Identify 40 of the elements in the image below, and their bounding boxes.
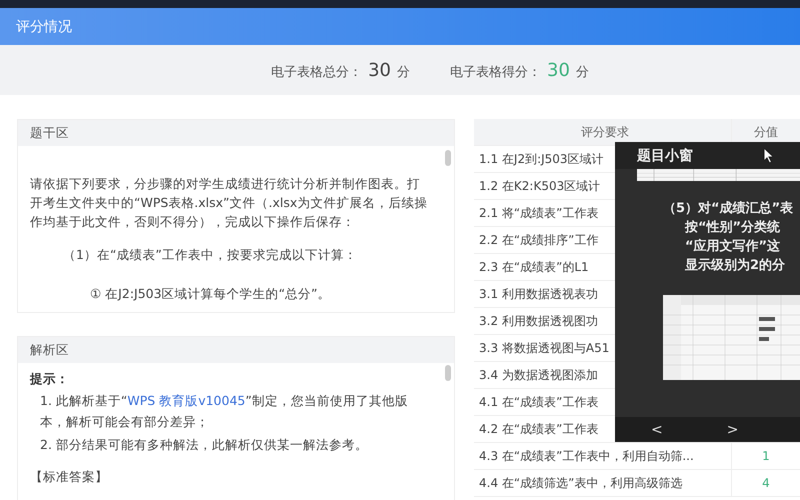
popup-question-text: （5）对“成绩汇总”表 按“性别”分类统 “应用文写作”这 显示级别为2的分 bbox=[662, 200, 794, 275]
requirement-cell: 3.3 将数据透视图与A51 bbox=[479, 340, 610, 356]
requirement-cell: 3.2 利用数据透视图功 bbox=[479, 312, 598, 330]
score-unit: 分 bbox=[576, 64, 589, 80]
question-text: 请依据下列要求，分步骤的对学生成绩进行统计分析并制作图表。打开考生文件夹中的“WPS表格.xlsx”文件（.xlsx为文件扩展名，后续操作均基于此文件，否则不得分），完成以下操作后保存： bbox=[30, 175, 428, 231]
requirement-cell: 4.2 在“成绩表”工作表 bbox=[479, 420, 598, 438]
requirement-cell: 1.1 在J2到:J503区域计 bbox=[479, 150, 604, 168]
requirement-cell: 4.4 在“成绩筛选”表中，利用高级筛选 bbox=[479, 474, 682, 492]
requirement-cell: 3.1 利用数据透视表功 bbox=[479, 286, 598, 302]
score-label: 电子表格总分： bbox=[271, 64, 362, 80]
page-title: 评分情况 bbox=[16, 18, 72, 36]
panel-title: 解析区 bbox=[30, 342, 69, 358]
popup-title: 题目小窗 bbox=[637, 146, 693, 164]
question-text: ① 在J2:J503区域计算每个学生的“总分”。 bbox=[89, 285, 332, 303]
requirement-cell: 1.2 在K2:K503区域计 bbox=[479, 178, 600, 194]
requirement-cell: 2.2 在“成绩排序”工作 bbox=[479, 232, 598, 248]
answer-title: 【标准答案】 bbox=[30, 469, 109, 486]
score-value: 30 bbox=[368, 60, 391, 80]
requirement-cell: 4.3 在“成绩表”工作表中，利用自动筛... bbox=[479, 448, 694, 464]
requirement-cell: 3.4 为数据透视图添加 bbox=[479, 366, 598, 384]
score-cell: 4 bbox=[762, 476, 770, 490]
score-unit: 分 bbox=[397, 64, 410, 80]
column-header: 分值 bbox=[753, 124, 779, 140]
scrollbar-thumb[interactable] bbox=[445, 365, 451, 381]
question-text: （1）在“成绩表”工作表中，按要求完成以下计算： bbox=[62, 246, 358, 264]
version-link[interactable]: WPS 教育版v10045 bbox=[127, 393, 246, 408]
previous-button[interactable]: < bbox=[647, 422, 667, 438]
hint-text: 1. 此解析基于“WPS 教育版v10045”制定，您当前使用了其他版本，解析可能会有部分差异； bbox=[39, 392, 409, 431]
score-cell: 1 bbox=[762, 449, 770, 463]
requirement-cell: 2.1 将“成绩表”工作表 bbox=[479, 204, 598, 222]
panel-title: 题干区 bbox=[30, 124, 69, 142]
next-button[interactable]: > bbox=[722, 422, 742, 438]
scrollbar-thumb[interactable] bbox=[445, 150, 451, 166]
requirement-cell: 4.1 在“成绩表”工作表 bbox=[479, 394, 598, 410]
hint-title: 提示： bbox=[30, 371, 70, 388]
score-value: 30 bbox=[547, 60, 570, 80]
mouse-cursor-icon bbox=[763, 147, 775, 164]
hint-text: 2. 部分结果可能有多种解法，此解析仅供某一解法参考。 bbox=[39, 436, 369, 454]
score-label: 电子表格得分： bbox=[450, 64, 541, 80]
requirement-cell: 2.3 在“成绩表”的L1 bbox=[479, 258, 589, 276]
